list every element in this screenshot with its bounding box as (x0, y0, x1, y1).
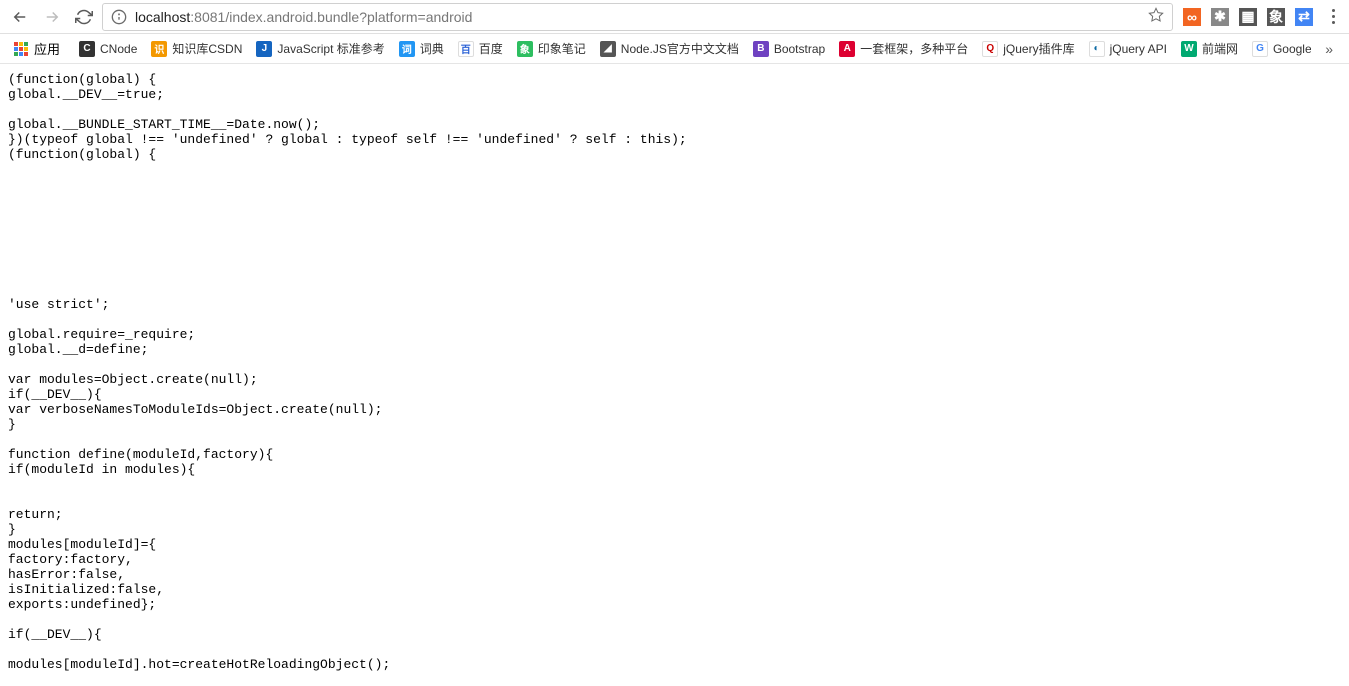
bookmark-item[interactable]: W 前端网 (1174, 36, 1245, 61)
bookmark-item[interactable]: B Bootstrap (746, 36, 832, 61)
bookmark-favicon: W (1181, 41, 1197, 57)
bookmark-favicon: ◐ (1089, 41, 1105, 57)
page-content-code: (function(global) { global.__DEV__=true;… (0, 64, 1349, 680)
ext-3-icon[interactable]: ▦ (1239, 8, 1257, 26)
bookmark-favicon: ◢ (600, 41, 616, 57)
bookmarks-bar: 应用 C CNode 识知识库CSDN J JavaScript 标准参考词词典百百度象… (0, 34, 1349, 64)
bookmark-item[interactable]: ◐ jQuery API (1082, 36, 1174, 61)
bookmark-item[interactable]: 词词典 (392, 36, 451, 61)
bookmark-label: Google (1273, 42, 1311, 56)
bookmark-item[interactable]: J JavaScript 标准参考 (249, 36, 391, 61)
forward-button[interactable] (38, 3, 66, 31)
bookmark-item[interactable]: 象印象笔记 (510, 36, 593, 61)
chrome-menu-button[interactable] (1323, 5, 1343, 28)
bookmark-favicon: B (753, 41, 769, 57)
ext-evernote-icon[interactable]: 象 (1267, 8, 1285, 26)
bookmark-item[interactable]: G Google (1245, 36, 1311, 61)
ext-translate-icon[interactable]: ⇄ (1295, 8, 1313, 26)
bookmark-label: CNode (100, 42, 137, 56)
reload-button[interactable] (70, 3, 98, 31)
bookmark-item[interactable]: A 一套框架，多种平台 (832, 36, 975, 61)
bookmark-label: jQuery API (1110, 42, 1167, 56)
bookmark-favicon: 象 (517, 41, 533, 57)
bookmark-favicon: 识 (151, 41, 167, 57)
bookmark-favicon: G (1252, 41, 1268, 57)
bookmark-item[interactable]: 识知识库CSDN (144, 36, 249, 61)
apps-button[interactable]: 应用 (6, 35, 68, 62)
bookmark-label: Bootstrap (774, 42, 825, 56)
bookmark-label: jQuery插件库 (1003, 40, 1074, 57)
bookmark-favicon: 词 (399, 41, 415, 57)
bookmark-item[interactable]: QjQuery插件库 (975, 36, 1081, 61)
site-info-icon[interactable] (111, 9, 127, 25)
bookmark-label: 百度 (479, 40, 503, 57)
bookmark-item[interactable]: 百百度 (451, 36, 510, 61)
bookmark-label: 前端网 (1202, 40, 1238, 57)
bookmark-favicon: J (256, 41, 272, 57)
back-button[interactable] (6, 3, 34, 31)
extension-icons: ∞ ✱ ▦ 象 ⇄ (1177, 8, 1319, 26)
bookmark-label: 一套框架，多种平台 (860, 40, 968, 57)
url-text: localhost:8081/index.android.bundle?plat… (135, 9, 1140, 25)
ext-1-icon[interactable]: ∞ (1183, 8, 1201, 26)
bookmark-star-icon[interactable] (1148, 7, 1164, 26)
apps-label: 应用 (34, 39, 60, 58)
ext-2-icon[interactable]: ✱ (1211, 8, 1229, 26)
bookmark-favicon: A (839, 41, 855, 57)
bookmark-item[interactable]: ◢ Node.JS官方中文文档 (593, 36, 746, 61)
bookmark-label: JavaScript 标准参考 (277, 40, 384, 57)
bookmark-favicon: C (79, 41, 95, 57)
bookmark-favicon: 百 (458, 41, 474, 57)
bookmark-favicon: Q (982, 41, 998, 57)
bookmark-label: 知识库CSDN (172, 40, 242, 57)
apps-icon (14, 42, 28, 56)
bookmark-label: Node.JS官方中文文档 (621, 40, 739, 57)
browser-toolbar: localhost:8081/index.android.bundle?plat… (0, 0, 1349, 34)
address-bar[interactable]: localhost:8081/index.android.bundle?plat… (102, 3, 1173, 31)
bookmark-item[interactable]: C CNode (72, 36, 144, 61)
bookmark-label: 印象笔记 (538, 40, 586, 57)
bookmark-label: 词典 (420, 40, 444, 57)
bookmarks-overflow-button[interactable]: » (1315, 41, 1343, 57)
